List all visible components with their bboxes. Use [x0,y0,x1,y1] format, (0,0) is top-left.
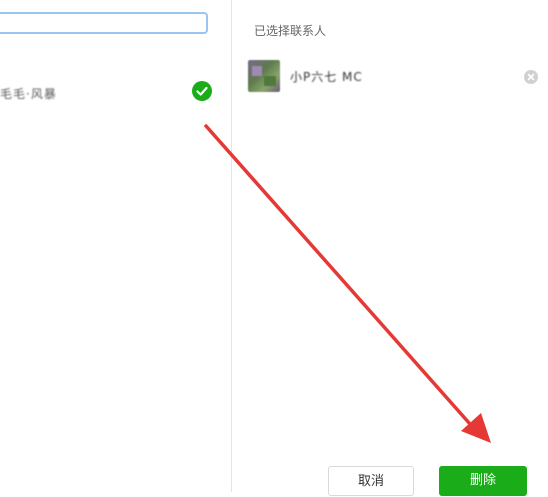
contact-list-item[interactable]: 毛毛·风暴 [0,78,231,108]
check-circle-icon[interactable] [192,81,212,101]
selected-contact-item: 小P六七 MC [248,60,538,96]
contact-list-pane: 毛毛·风暴 [0,0,231,492]
avatar [248,60,280,92]
close-circle-icon[interactable] [524,70,538,84]
search-input[interactable] [0,12,208,34]
selected-contacts-pane: 已选择联系人 小P六七 MC 取消 删除 [232,0,548,496]
contact-name: 毛毛·风暴 [0,87,57,101]
selected-contacts-title: 已选择联系人 [254,24,327,38]
selected-contact-name: 小P六七 MC [290,70,363,84]
